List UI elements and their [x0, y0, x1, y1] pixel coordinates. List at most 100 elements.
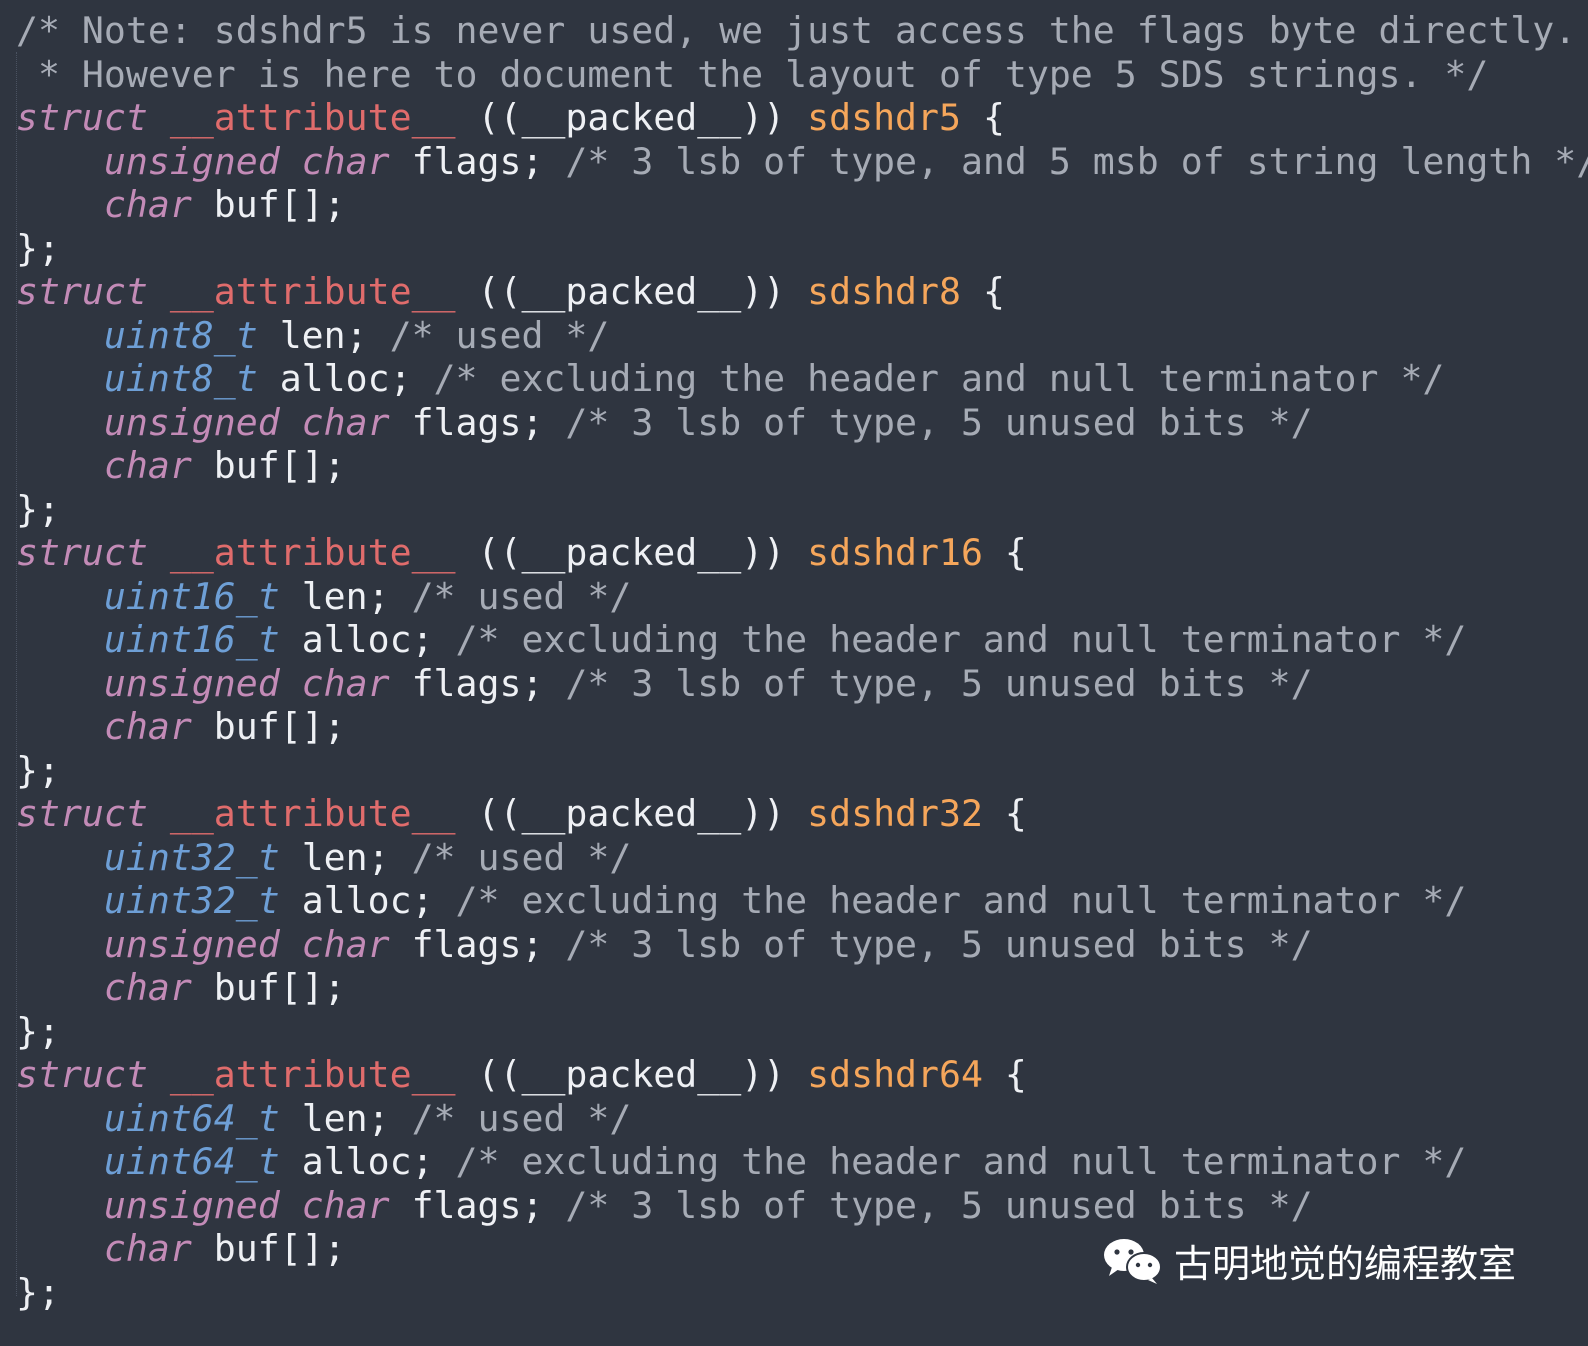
code-line[interactable]: uint32_t len; /* used */ — [16, 836, 1588, 880]
code-token-name: sdshdr16 — [807, 531, 983, 574]
code-token-plain: ((__packed__)) — [455, 270, 808, 313]
code-line[interactable]: uint8_t len; /* used */ — [16, 314, 1588, 358]
code-token-plain: buf[]; — [191, 444, 346, 487]
code-token-type-kw: unsigned char — [103, 922, 390, 966]
code-line[interactable]: unsigned char flags; /* 3 lsb of type, 5… — [16, 401, 1588, 445]
code-token-type-kw: char — [103, 183, 192, 226]
code-line[interactable]: struct __attribute__ ((__packed__)) sdsh… — [16, 792, 1588, 836]
code-line[interactable]: struct __attribute__ ((__packed__)) sdsh… — [16, 531, 1588, 575]
code-token-plain: flags; — [389, 139, 566, 183]
code-token-plain: len; — [279, 574, 412, 618]
code-token-keyword: struct — [16, 1053, 148, 1096]
code-line[interactable]: unsigned char flags; /* 3 lsb of type, 5… — [16, 662, 1588, 706]
code-token-type-kw: char — [103, 444, 192, 487]
code-token-type-kw: unsigned char — [103, 400, 390, 444]
code-token-plain: }; — [16, 1009, 60, 1053]
code-line[interactable]: unsigned char flags; /* 3 lsb of type, 5… — [16, 923, 1588, 967]
code-line[interactable]: char buf[]; — [16, 183, 1588, 227]
code-token-comment: /* excluding the header and null termina… — [455, 879, 1467, 922]
code-token-name: sdshdr5 — [807, 96, 961, 139]
code-token-plain: buf[]; — [191, 966, 346, 1009]
code-token-comment: * However is here to document the layout… — [16, 52, 1489, 96]
code-token-plain: len; — [279, 835, 412, 879]
code-token-plain: ((__packed__)) — [455, 531, 808, 574]
code-token-type-kw: char — [103, 966, 192, 1009]
code-token-type: uint64_t — [103, 1096, 280, 1140]
code-line[interactable]: char buf[]; — [16, 444, 1588, 488]
code-line[interactable]: uint16_t alloc; /* excluding the header … — [16, 618, 1588, 662]
code-token-name: sdshdr32 — [807, 792, 983, 835]
code-line[interactable]: char buf[]; — [16, 966, 1588, 1010]
code-token-type: uint8_t — [103, 357, 258, 400]
code-token-type-kw: char — [103, 705, 192, 748]
code-token-attr: __attribute__ — [169, 96, 456, 139]
code-line[interactable]: unsigned char flags; /* 3 lsb of type, 5… — [16, 1184, 1588, 1228]
code-token-attr: __attribute__ — [169, 792, 456, 835]
code-line[interactable]: struct __attribute__ ((__packed__)) sdsh… — [16, 1053, 1588, 1097]
code-line[interactable]: uint16_t len; /* used */ — [16, 575, 1588, 619]
code-token-comment: /* excluding the header and null termina… — [455, 618, 1467, 661]
watermark-text: 古明地觉的编程教室 — [1173, 1242, 1516, 1286]
wechat-icon — [1103, 1238, 1162, 1284]
code-token-keyword: struct — [16, 270, 148, 313]
code-token-plain: }; — [16, 487, 60, 531]
code-token-plain: alloc; — [279, 879, 456, 922]
code-line[interactable]: char buf[]; — [16, 705, 1588, 749]
code-line[interactable]: uint64_t len; /* used */ — [16, 1097, 1588, 1141]
code-line[interactable]: unsigned char flags; /* 3 lsb of type, a… — [16, 140, 1588, 184]
code-token-plain: buf[]; — [191, 1227, 346, 1270]
code-editor[interactable]: /* Note: sdshdr5 is never used, we just … — [0, 0, 1588, 1346]
code-token-keyword: struct — [16, 792, 148, 835]
code-token-plain: alloc; — [279, 1140, 456, 1183]
code-token-name: sdshdr64 — [807, 1053, 983, 1096]
code-line[interactable]: uint32_t alloc; /* excluding the header … — [16, 879, 1588, 923]
code-token-comment: /* 3 lsb of type, 5 unused bits */ — [565, 922, 1313, 966]
code-line[interactable]: uint8_t alloc; /* excluding the header a… — [16, 357, 1588, 401]
code-token-plain: { — [960, 270, 1005, 313]
code-token-type: uint32_t — [103, 835, 280, 879]
code-line[interactable]: }; — [16, 227, 1588, 271]
code-token-plain: ((__packed__)) — [455, 1053, 808, 1096]
code-line[interactable]: * However is here to document the layout… — [16, 53, 1588, 97]
code-token-comment: /* 3 lsb of type, 5 unused bits */ — [565, 661, 1313, 705]
code-line[interactable]: }; — [16, 488, 1588, 532]
code-line[interactable]: }; — [16, 749, 1588, 793]
code-token-type: uint16_t — [103, 618, 280, 661]
code-token-plain: ((__packed__)) — [455, 96, 808, 139]
code-line[interactable]: /* Note: sdshdr5 is never used, we just … — [16, 9, 1588, 53]
code-line[interactable]: }; — [16, 1010, 1588, 1054]
code-line[interactable]: struct __attribute__ ((__packed__)) sdsh… — [16, 270, 1588, 314]
code-token-plain: }; — [16, 1270, 60, 1314]
code-block[interactable]: /* Note: sdshdr5 is never used, we just … — [16, 9, 1588, 1314]
code-token-plain: { — [982, 1053, 1027, 1096]
code-token-type: uint8_t — [103, 313, 258, 357]
code-token-comment: /* used */ — [411, 574, 632, 618]
code-token-comment: /* excluding the header and null termina… — [433, 357, 1445, 400]
code-token-plain: alloc; — [257, 357, 434, 400]
code-token-attr: __attribute__ — [169, 270, 456, 313]
code-token-comment: /* Note: sdshdr5 is never used, we just … — [16, 9, 1577, 52]
code-line[interactable]: struct __attribute__ ((__packed__)) sdsh… — [16, 96, 1588, 140]
code-token-plain: flags; — [389, 1183, 566, 1227]
code-token-plain: buf[]; — [191, 705, 346, 748]
code-line[interactable]: uint64_t alloc; /* excluding the header … — [16, 1140, 1588, 1184]
code-token-keyword: struct — [16, 531, 148, 574]
code-token-comment: /* 3 lsb of type, and 5 msb of string le… — [565, 139, 1588, 183]
code-token-plain: }; — [16, 226, 60, 270]
code-token-type: uint16_t — [103, 574, 280, 618]
code-token-comment: /* excluding the header and null termina… — [455, 1140, 1467, 1183]
